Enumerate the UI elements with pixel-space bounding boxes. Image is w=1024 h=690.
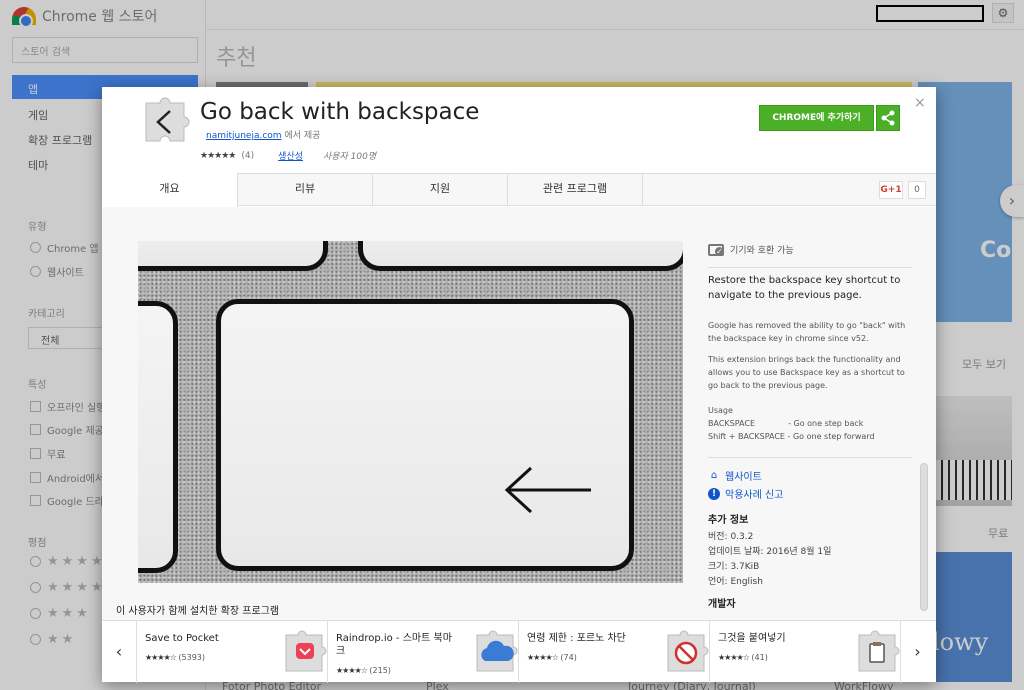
related-carousel: ‹ Save to Pocket ★★★★☆ (5393) Raindrop.i… <box>102 620 936 683</box>
keyboard-key <box>358 241 683 271</box>
compat-row: 기기와 호환 가능 <box>708 243 794 256</box>
related-stars: ★★★★☆ <box>527 653 559 662</box>
left-arrow-icon <box>504 466 591 514</box>
publisher-suffix: 에서 제공 <box>284 131 321 141</box>
google-plus-button[interactable]: G+1 <box>879 181 903 199</box>
related-count: (5393) <box>178 653 206 662</box>
related-item-rating: ★★★★☆ (5393) <box>145 653 205 662</box>
device-check-icon <box>708 243 724 256</box>
report-label: 악용사례 신고 <box>725 490 784 501</box>
extension-summary: Restore the backspace key shortcut to na… <box>708 275 901 301</box>
size-text: 크기: 3.7KiB <box>708 562 760 572</box>
related-section-title: 이 사용자가 함께 설치한 확장 프로그램 <box>116 606 280 617</box>
overview-content: 기기와 호환 가능 Restore the backspace key shor… <box>102 207 936 621</box>
carousel-next-icon[interactable]: › <box>900 621 934 683</box>
related-item[interactable]: 그것을 붙여넣기 ★★★★☆ (41) <box>709 621 900 683</box>
publisher-line: namitjuneja.com 에서 제공 <box>206 128 320 141</box>
tab-reviews[interactable]: 리뷰 <box>238 173 373 206</box>
extension-detail-dialog: Go back with backspace namitjuneja.com 에… <box>102 87 936 683</box>
add-to-chrome-button[interactable]: CHROME에 추가하기 <box>759 105 874 131</box>
website-link[interactable]: ⌂ 웹사이트 <box>708 468 762 484</box>
backspace-key <box>216 299 634 571</box>
related-stars: ★★★★☆ <box>718 653 750 662</box>
keyboard-key <box>138 301 178 573</box>
related-count: (74) <box>560 653 577 662</box>
extension-title: Go back with backspace <box>200 99 480 125</box>
block-icon <box>667 630 709 672</box>
description-paragraph: Google has removed the ability to go "ba… <box>708 321 906 343</box>
related-item-name: Raindrop.io - 스마트 북마크 <box>336 633 452 657</box>
usage-line: Shift + BACKSPACE - Go one step forward <box>708 432 875 441</box>
divider <box>708 267 912 268</box>
related-item-name: 그것을 붙여넣기 <box>718 633 786 644</box>
close-icon[interactable]: × <box>914 95 926 111</box>
version-text: 버전: 0.3.2 <box>708 532 754 542</box>
rating-row: ★★★★★ (4) 생산성 사용자 100명 <box>200 149 377 163</box>
description-paragraph: This extension brings back the functiona… <box>708 355 905 390</box>
updated-text: 업데이트 날짜: 2016년 8월 1일 <box>708 547 832 557</box>
home-icon: ⌂ <box>710 469 718 481</box>
usage-line: BACKSPACE - Go one step back <box>708 419 864 428</box>
related-item-rating: ★★★★☆ (215) <box>336 666 391 675</box>
detail-tabs: 개요 리뷰 지원 관련 프로그램 G+1 0 <box>102 173 936 207</box>
website-label: 웹사이트 <box>725 472 762 483</box>
carousel-prev-icon[interactable]: ‹ <box>102 621 136 683</box>
compat-text: 기기와 호환 가능 <box>730 246 794 256</box>
scrollbar-thumb[interactable] <box>920 463 928 611</box>
share-button[interactable] <box>876 105 900 131</box>
related-item-name: Save to Pocket <box>145 633 219 644</box>
additional-info-title: 추가 정보 <box>708 515 749 526</box>
related-item-name: 연령 제한 : 포르노 차단 <box>527 633 626 644</box>
back-arrow-puzzle-icon <box>145 97 190 142</box>
detail-scrollbar[interactable] <box>920 211 928 617</box>
rating-stars[interactable]: ★★★★★ <box>200 151 236 161</box>
alert-icon: ! <box>708 487 720 500</box>
publisher-link[interactable]: namitjuneja.com <box>206 131 282 141</box>
related-stars: ★★★★☆ <box>145 653 177 662</box>
detail-sidebar: 기기와 호환 가능 Restore the backspace key shor… <box>708 207 912 621</box>
user-count: 사용자 100명 <box>322 152 377 162</box>
share-icon <box>881 110 895 126</box>
divider <box>708 457 912 458</box>
related-item[interactable]: 연령 제한 : 포르노 차단 ★★★★☆ (74) <box>518 621 709 683</box>
category-link[interactable]: 생산성 <box>278 149 303 162</box>
tab-overview[interactable]: 개요 <box>102 173 238 207</box>
google-plus-count: 0 <box>908 181 926 199</box>
dialog-header: Go back with backspace namitjuneja.com 에… <box>102 87 936 173</box>
tab-related[interactable]: 관련 프로그램 <box>508 173 643 206</box>
related-item-rating: ★★★★☆ (74) <box>527 653 577 662</box>
developer-title: 개발자 <box>708 599 736 610</box>
usage-title: Usage <box>708 406 733 415</box>
related-stars: ★★★★☆ <box>336 666 368 675</box>
related-item-rating: ★★★★☆ (41) <box>718 653 768 662</box>
report-abuse-link[interactable]: ! 악용사례 신고 <box>708 486 783 501</box>
clipboard-icon <box>858 630 900 672</box>
pocket-icon <box>285 630 327 672</box>
related-item[interactable]: Save to Pocket ★★★★☆ (5393) <box>136 621 327 683</box>
related-item[interactable]: Raindrop.io - 스마트 북마크 ★★★★☆ (215) <box>327 621 518 683</box>
related-count: (215) <box>369 666 391 675</box>
extension-screenshot[interactable] <box>138 241 683 583</box>
related-count: (41) <box>751 653 768 662</box>
cloud-icon <box>476 630 518 672</box>
rating-count: (4) <box>241 150 255 161</box>
language-text: 언어: English <box>708 577 763 587</box>
tab-support[interactable]: 지원 <box>373 173 508 206</box>
keyboard-key <box>138 241 328 271</box>
